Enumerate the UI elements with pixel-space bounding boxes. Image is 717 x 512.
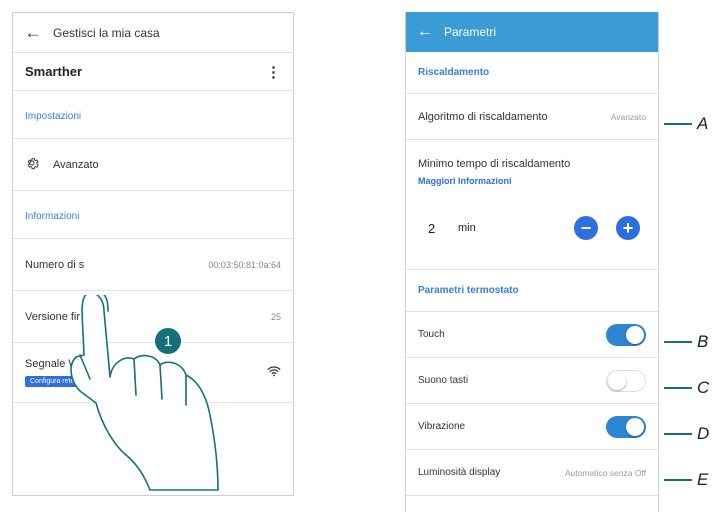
plus-button[interactable]: + [616,216,640,240]
min-time-stepper: 2 min − + [418,216,646,240]
brightness-row[interactable]: Luminosità display Automatico senza Off [406,450,658,496]
section-thermostat: Parametri termostato [406,270,658,312]
algorithm-label: Algoritmo di riscaldamento [418,110,548,123]
callout-e: E [664,470,708,490]
advanced-label: Avanzato [53,158,99,171]
brightness-value: Automatico senza Off [564,467,646,478]
wifi-icon [267,364,281,382]
sound-label: Suono tasti [418,375,469,386]
device-title-bar: Smarther ⋮ [13,53,293,91]
left-header-title: Gestisci la mia casa [53,25,160,40]
section-info: Informazioni [13,191,293,239]
min-time-block: Minimo tempo di riscaldamento Maggiori I… [406,140,658,270]
advanced-item[interactable]: Avanzato [13,139,293,191]
callout-b: B [664,332,708,352]
sound-toggle[interactable] [606,369,646,392]
touch-toggle[interactable] [606,323,646,346]
serial-label: Numero di s [25,258,85,271]
brightness-label: Luminosità display [418,467,501,478]
callout-d: D [664,424,709,444]
section-heating: Riscaldamento [406,52,658,94]
back-arrow-icon[interactable]: ← [13,23,53,43]
gear-icon [25,156,39,173]
step-number-badge: 1 [155,328,181,354]
left-header: ← Gestisci la mia casa [13,13,293,53]
sound-row: Suono tasti [406,358,658,404]
more-info-link[interactable]: Maggiori Informazioni [418,176,646,186]
callout-a: A [664,114,708,134]
min-time-unit: min [458,222,476,234]
vibration-label: Vibrazione [418,421,466,432]
vibration-toggle[interactable] [606,415,646,438]
serial-value: 00:03:50:81:0a:64 [208,259,281,270]
right-header-title: Parametri [444,25,497,39]
right-header: ← Parametri [406,12,658,52]
hand-illustration [70,295,219,491]
section-settings: Impostazioni [13,91,293,139]
touch-label: Touch [418,329,445,340]
touch-row: Touch [406,312,658,358]
vibration-row: Vibrazione [406,404,658,450]
callout-c: C [664,378,709,398]
algorithm-value: Avanzato [610,111,646,122]
min-time-label: Minimo tempo di riscaldamento [418,158,571,170]
minus-button[interactable]: − [574,216,598,240]
device-name: Smarther [25,64,83,79]
firmware-value: 25 [270,311,281,322]
serial-row: Numero di s 00:03:50:81:0a:64 [13,239,293,291]
right-phone-screen: ← Parametri Riscaldamento Algoritmo di r… [405,12,659,512]
kebab-menu-icon[interactable]: ⋮ [266,63,281,81]
algorithm-row[interactable]: Algoritmo di riscaldamento Avanzato [406,94,658,140]
min-time-value: 2 [428,220,436,236]
back-arrow-icon[interactable]: ← [406,23,444,41]
